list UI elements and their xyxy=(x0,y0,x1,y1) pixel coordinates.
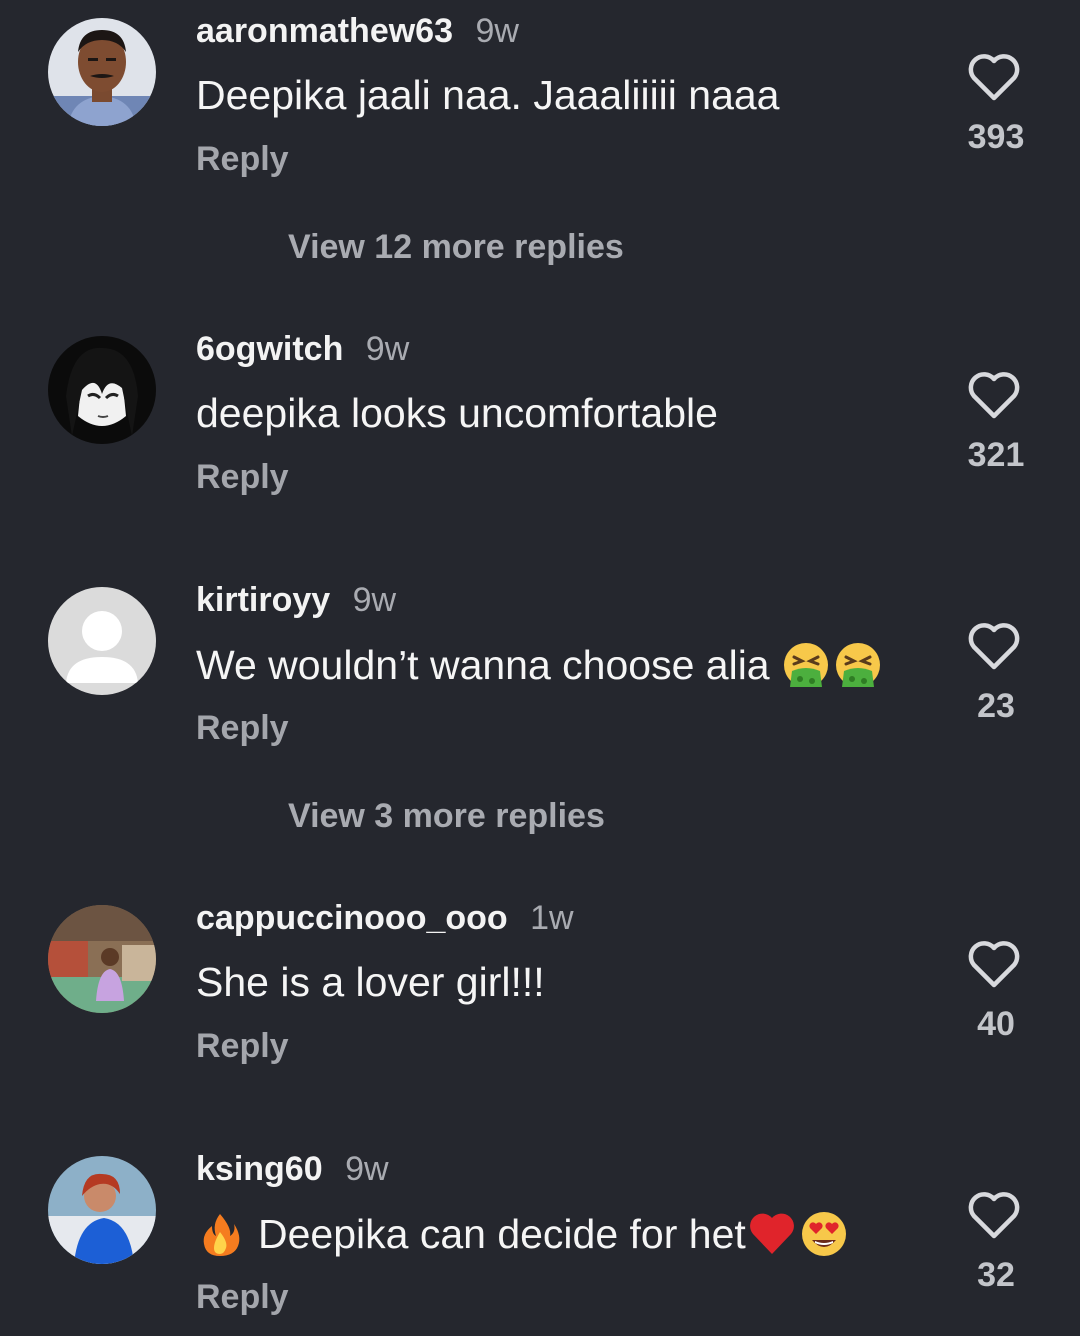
like-count: 23 xyxy=(977,687,1015,725)
avatar[interactable] xyxy=(48,336,156,444)
heart-outline-icon xyxy=(968,54,1020,101)
red-heart-emoji xyxy=(748,1210,796,1258)
comment-item: 6ogwitch 9w deepika looks uncomfortable … xyxy=(0,318,1080,518)
comment-item: cappuccinooo_ooo 1w She is a lover girl!… xyxy=(0,887,1080,1087)
reply-button[interactable]: Reply xyxy=(196,140,289,179)
vomiting-face-emoji xyxy=(834,641,882,689)
comment-item: ksing60 9w Deepika can decide for het Re… xyxy=(0,1138,1080,1336)
woman-photo-avatar xyxy=(48,905,156,1013)
comment-body: She is a lover girl!!! xyxy=(196,959,545,1005)
username[interactable]: cappuccinooo_ooo xyxy=(196,899,508,937)
heart-outline-icon xyxy=(968,941,1020,988)
view-more-replies-button[interactable]: View 12 more replies xyxy=(288,228,624,267)
like-button[interactable] xyxy=(966,1190,1026,1242)
fire-emoji xyxy=(196,1210,244,1258)
timestamp: 1w xyxy=(530,899,574,937)
comment-text: She is a lover girl!!! xyxy=(196,959,545,1006)
like-button[interactable] xyxy=(966,370,1026,422)
man-photo-avatar xyxy=(48,18,156,126)
comment-text: Deepika can decide for het xyxy=(196,1210,848,1258)
like-count: 321 xyxy=(967,436,1025,474)
avatar[interactable] xyxy=(48,587,156,695)
reply-button[interactable]: Reply xyxy=(196,458,289,497)
comment-body: Deepika can decide for het xyxy=(258,1210,746,1257)
vomiting-face-emoji xyxy=(782,641,830,689)
like-button[interactable] xyxy=(966,621,1026,673)
woman-blue-photo-avatar xyxy=(48,1156,156,1264)
comment-text: deepika looks uncomfortable xyxy=(196,390,718,437)
anime-girl-avatar xyxy=(48,336,156,444)
username[interactable]: ksing60 xyxy=(196,1150,323,1188)
username[interactable]: aaronmathew63 xyxy=(196,12,453,50)
reply-button[interactable]: Reply xyxy=(196,1027,289,1066)
avatar[interactable] xyxy=(48,1156,156,1264)
timestamp: 9w xyxy=(345,1150,389,1188)
like-count: 393 xyxy=(967,118,1025,156)
like-count: 40 xyxy=(977,1005,1015,1043)
timestamp: 9w xyxy=(475,12,519,50)
comment-body: We wouldn’t wanna choose alia xyxy=(196,641,770,688)
comments-feed: aaronmathew63 9w Deepika jaali naa. Jaaa… xyxy=(0,0,1080,1336)
timestamp: 9w xyxy=(365,330,410,368)
avatar[interactable] xyxy=(48,905,156,1013)
default-user-avatar xyxy=(48,587,156,695)
heart-outline-icon xyxy=(968,372,1020,419)
comment-body: Deepika jaali naa. Jaaaliiiii naaa xyxy=(196,72,780,118)
comment-body: deepika looks uncomfortable xyxy=(196,390,718,436)
heart-eyes-emoji xyxy=(800,1210,848,1258)
comment-text: We wouldn’t wanna choose alia xyxy=(196,641,882,689)
like-button[interactable] xyxy=(966,939,1026,991)
view-more-replies-button[interactable]: View 3 more replies xyxy=(288,797,605,836)
reply-button[interactable]: Reply xyxy=(196,1278,289,1317)
heart-outline-icon xyxy=(968,1192,1020,1239)
comment-text: Deepika jaali naa. Jaaaliiiii naaa xyxy=(196,72,780,119)
like-count: 32 xyxy=(977,1256,1015,1294)
timestamp: 9w xyxy=(352,581,397,619)
username[interactable]: 6ogwitch xyxy=(196,330,343,368)
comment-item: aaronmathew63 9w Deepika jaali naa. Jaaa… xyxy=(0,0,1080,200)
comment-item: kirtiroyy 9w We wouldn’t wanna choose al… xyxy=(0,569,1080,769)
like-button[interactable] xyxy=(966,52,1026,104)
username[interactable]: kirtiroyy xyxy=(196,581,330,619)
heart-outline-icon xyxy=(968,623,1020,670)
reply-button[interactable]: Reply xyxy=(196,709,289,748)
avatar[interactable] xyxy=(48,18,156,126)
